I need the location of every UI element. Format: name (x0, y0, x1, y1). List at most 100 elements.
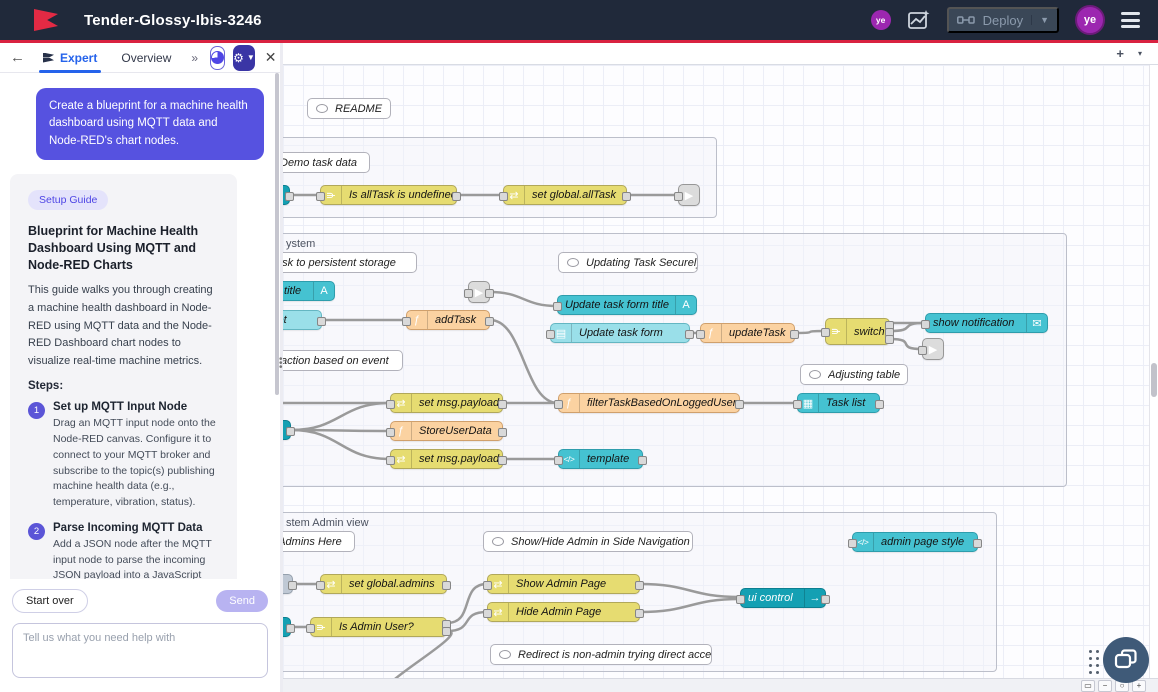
flow-node-filtertaskbasedonloggeduser[interactable]: ƒfilterTaskBasedOnLoggedUser (558, 393, 740, 413)
flow-node-link[interactable]: ▶ (922, 338, 944, 360)
flow-node-set-msg-payload[interactable]: ⇄set msg.payload (390, 449, 503, 469)
comment-node-task-to-persistent-storage[interactable]: task to persistent storage (283, 252, 417, 273)
flow-node-uidark[interactable] (283, 185, 290, 205)
port-in[interactable] (553, 302, 562, 311)
port-in[interactable] (736, 595, 745, 604)
comment-node-redirect-is-non-admin-trying-direct-access[interactable]: Redirect is non-admin trying direct acce… (490, 644, 712, 665)
flow-node-show-notification[interactable]: ✉show notification (925, 313, 1048, 333)
port-in[interactable] (696, 330, 705, 339)
flow-node-switch[interactable]: ⋔switch (825, 318, 890, 345)
port-in[interactable] (464, 289, 473, 298)
port-in[interactable] (793, 400, 802, 409)
port-out[interactable] (452, 192, 461, 201)
comment-node-demo-task-data[interactable]: Demo task data (283, 152, 370, 173)
flow-node-uidark[interactable] (283, 420, 291, 440)
flow-node-task-list[interactable]: ▦Task list (797, 393, 880, 413)
port-out[interactable] (442, 627, 451, 636)
port-out[interactable] (685, 330, 694, 339)
tab-overflow-chevron-icon[interactable]: » (187, 51, 202, 65)
flow-node-storeuserdata[interactable]: ƒStoreUserData (390, 421, 503, 441)
port-in[interactable] (483, 609, 492, 618)
flow-canvas[interactable]: ystemstem Admin viewREADMEDemo task data… (283, 65, 1158, 678)
flow-node-update-task-form[interactable]: ▤Update task form (550, 323, 690, 343)
deploy-button[interactable]: Deploy ▼ (947, 7, 1059, 33)
start-over-button[interactable]: Start over (12, 589, 88, 613)
navigator-button[interactable]: ▭ (1081, 680, 1095, 692)
flow-node-set-global-admins[interactable]: ⇄set global.admins (320, 574, 447, 594)
port-in[interactable] (386, 400, 395, 409)
flow-node-stubgray[interactable] (283, 574, 293, 594)
flow-node-set-global-alltask[interactable]: ⇄set global.allTask (503, 185, 627, 205)
back-arrow-icon[interactable]: ← (8, 49, 27, 66)
panel-resize-divider[interactable]: ••• (280, 43, 283, 692)
port-out[interactable] (735, 400, 744, 409)
comment-node-action-based-on-event[interactable]: action based on event (283, 350, 403, 371)
scrollbar-thumb[interactable] (1151, 363, 1157, 397)
port-in[interactable] (386, 428, 395, 437)
avatar-small[interactable]: ye (871, 10, 891, 30)
port-out[interactable] (875, 400, 884, 409)
port-out[interactable] (498, 400, 507, 409)
flow-node-updatetask[interactable]: ƒupdateTask (700, 323, 795, 343)
port-out[interactable] (498, 456, 507, 465)
port-out[interactable] (317, 317, 326, 326)
usage-pie-button[interactable] (210, 46, 225, 70)
port-in[interactable] (483, 581, 492, 590)
zoom-out-button[interactable]: − (1098, 680, 1112, 692)
port-out[interactable] (442, 581, 451, 590)
port-in[interactable] (674, 192, 683, 201)
flow-node-is-alltask-is-undefined[interactable]: ⋔Is allTask is undefined (320, 185, 457, 205)
port-in[interactable] (316, 192, 325, 201)
fab-drag-handle[interactable] (1089, 650, 1099, 674)
port-out[interactable] (285, 192, 294, 201)
port-in[interactable] (316, 581, 325, 590)
port-out[interactable] (288, 581, 297, 590)
port-out[interactable] (498, 428, 507, 437)
tab-expert[interactable]: Expert (35, 43, 105, 73)
comment-node-readme[interactable]: README (307, 98, 391, 119)
port-out[interactable] (286, 427, 295, 436)
close-panel-icon[interactable]: ✕ (265, 49, 277, 66)
comment-node-updating-task-securely[interactable]: Updating Task Securely (558, 252, 698, 273)
flow-node-update-task-form-title[interactable]: AUpdate task form title (557, 295, 697, 315)
settings-dropdown-button[interactable]: ⚙▼ (233, 45, 255, 71)
port-in[interactable] (821, 328, 830, 337)
divider-handle-icon[interactable]: ••• (279, 358, 283, 370)
flow-node-is-admin-user[interactable]: ⋔Is Admin User? (310, 617, 447, 637)
port-out[interactable] (485, 289, 494, 298)
port-in[interactable] (546, 330, 555, 339)
port-in[interactable] (554, 400, 563, 409)
port-out[interactable] (821, 595, 830, 604)
flow-node-link[interactable]: ▶ (678, 184, 700, 206)
panel-scrollbar[interactable] (275, 73, 279, 395)
flow-list-caret-icon[interactable]: ▾ (1138, 49, 1142, 58)
port-in[interactable] (306, 624, 315, 633)
flow-node-uidark[interactable] (283, 617, 291, 637)
flow-node-hide-admin-page[interactable]: ⇄Hide Admin Page (487, 602, 640, 622)
comment-node-show-hide-admin-in-side-navigation[interactable]: Show/Hide Admin in Side Navigation (483, 531, 693, 552)
port-in[interactable] (848, 539, 857, 548)
comment-node-adjusting-table[interactable]: Adjusting table (800, 364, 908, 385)
port-in[interactable] (402, 317, 411, 326)
flow-node-template[interactable]: </>template (558, 449, 643, 469)
flow-node-ticket[interactable]: ticket (283, 310, 322, 330)
port-in[interactable] (386, 456, 395, 465)
port-out[interactable] (973, 539, 982, 548)
port-out[interactable] (885, 335, 894, 344)
port-out[interactable] (485, 317, 494, 326)
chat-fab-button[interactable] (1103, 637, 1149, 683)
flow-node-form-title[interactable]: Aform title (283, 281, 335, 301)
deploy-caret-icon[interactable]: ▼ (1031, 15, 1049, 25)
flow-node-show-admin-page[interactable]: ⇄Show Admin Page (487, 574, 640, 594)
port-out[interactable] (622, 192, 631, 201)
send-button[interactable]: Send (216, 590, 268, 612)
port-in[interactable] (921, 320, 930, 329)
comment-node-add-admins-here[interactable]: Add Admins Here (283, 531, 355, 552)
tab-overview[interactable]: Overview (113, 43, 179, 73)
port-in[interactable] (499, 192, 508, 201)
flow-node-ui-control[interactable]: →ui control (740, 588, 826, 608)
port-in[interactable] (554, 456, 563, 465)
add-flow-icon[interactable]: + (1116, 46, 1124, 61)
avatar-large[interactable]: ye (1075, 5, 1105, 35)
flow-node-addtask[interactable]: ƒaddTask (406, 310, 490, 330)
